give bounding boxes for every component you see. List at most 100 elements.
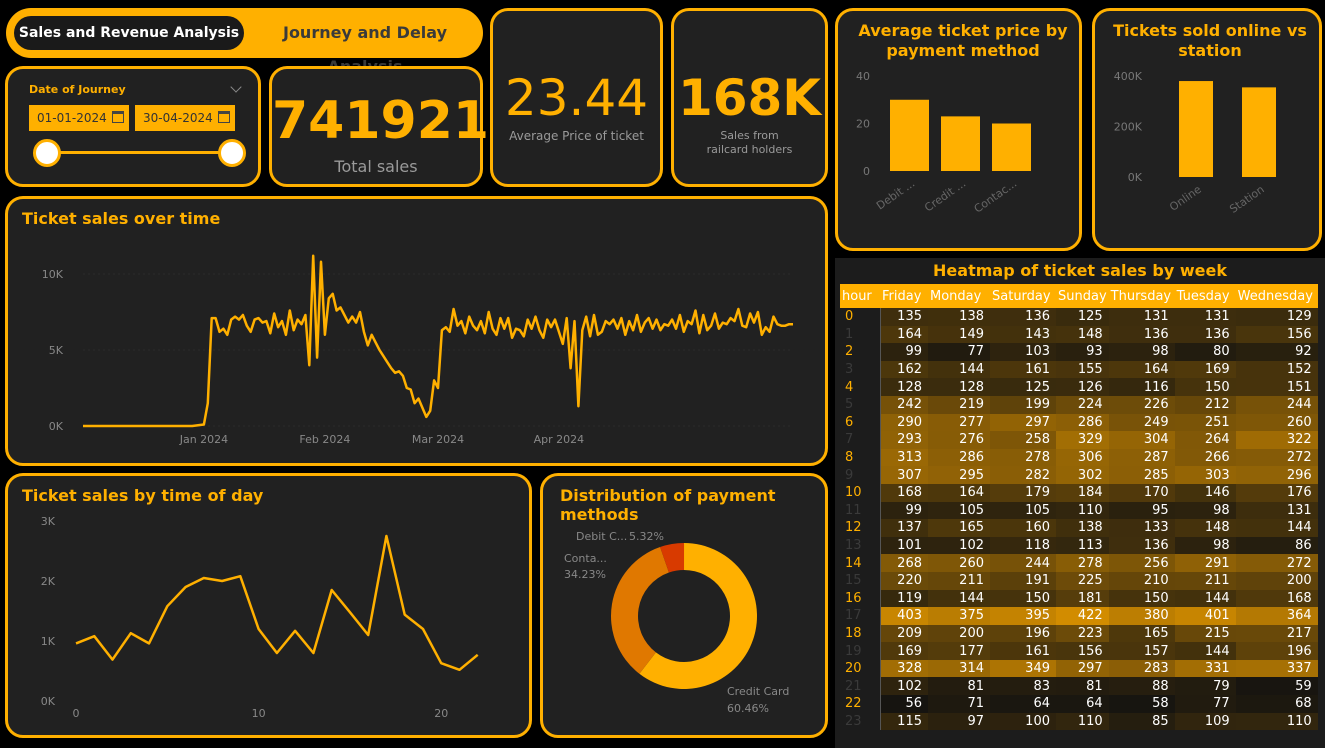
tab-journey-delay[interactable]: Journey and Delay Analysis	[248, 16, 482, 76]
heatmap-cell: 131	[1174, 308, 1236, 326]
heatmap-column-header[interactable]: Saturday	[990, 284, 1056, 308]
heatmap-cell: 105	[990, 501, 1056, 520]
chevron-down-icon[interactable]	[230, 81, 242, 93]
heatmap-cell: 98	[1174, 536, 1236, 555]
heatmap-cell: 110	[1235, 712, 1318, 731]
heatmap-cell: 287	[1108, 448, 1175, 467]
y-tick-label: 200K	[1114, 121, 1143, 134]
heatmap-row: 19 169 177 161 156 157 144 196	[840, 642, 1318, 660]
heatmap-cell: 303	[1174, 466, 1236, 484]
heatmap-cell: 200	[1235, 571, 1318, 590]
heatmap-cell: 422	[1056, 607, 1109, 625]
x-tick-label: Debit ...	[874, 177, 917, 213]
slider-end-handle[interactable]	[218, 139, 246, 167]
x-tick-label: Station	[1227, 183, 1267, 216]
heatmap-cell: 215	[1174, 624, 1236, 643]
heatmap-cell: 260	[928, 554, 990, 572]
y-tick-label: 0	[863, 165, 870, 178]
end-date-input[interactable]: 30-04-2024	[135, 105, 235, 131]
slice-value: 34.23%	[564, 568, 606, 581]
heatmap-cell: 268	[880, 554, 928, 572]
tab-sales-revenue[interactable]: Sales and Revenue Analysis	[14, 16, 244, 50]
heatmap-row: 2 99 77 103 93 98 80 92	[840, 343, 1318, 361]
heatmap-cell: 184	[1056, 483, 1109, 502]
end-date-value: 30-04-2024	[143, 111, 213, 125]
heatmap-cell: 144	[1174, 589, 1236, 608]
heatmap-row: 7 293 276 258 329 304 264 322	[840, 431, 1318, 449]
heatmap-column-header[interactable]: Monday	[928, 284, 990, 308]
heatmap-cell: 116	[1108, 378, 1175, 396]
heatmap-cell: 144	[1174, 642, 1236, 660]
heatmap-cell: 71	[928, 695, 990, 713]
heatmap-hour-label: 20	[840, 659, 881, 678]
heatmap-cell: 380	[1108, 607, 1175, 625]
heatmap-cell: 150	[1108, 589, 1175, 608]
heatmap-cell: 286	[1056, 413, 1109, 432]
heatmap-column-header[interactable]: hour	[840, 284, 880, 308]
y-tick-label: 10K	[42, 268, 64, 281]
heatmap-cell: 226	[1108, 395, 1175, 414]
heatmap-cell: 161	[990, 360, 1056, 379]
heatmap-row: 10 168 164 179 184 170 146 176	[840, 483, 1318, 502]
date-slicer: Date of Journey 01-01-2024 30-04-2024	[5, 66, 261, 187]
heatmap-cell: 219	[928, 395, 990, 414]
heatmap-row: 21 102 81 83 81 88 79 59	[840, 677, 1318, 696]
heatmap-cell: 295	[928, 466, 990, 484]
heatmap-cell: 314	[928, 659, 990, 678]
heatmap-column-header[interactable]: Sunday	[1056, 284, 1109, 308]
heatmap-cell: 375	[928, 607, 990, 625]
heatmap-hour-label: 1	[840, 325, 881, 344]
heatmap-cell: 164	[1108, 360, 1175, 379]
heatmap-cell: 85	[1108, 712, 1175, 731]
heatmap-hour-label: 19	[840, 642, 881, 660]
time-of-day-line-chart: 0K 1K 2K 3K 0 10 20	[41, 515, 479, 720]
slice-value: 60.46%	[727, 702, 769, 715]
heatmap-cell: 115	[880, 712, 928, 731]
heatmap-hour-label: 11	[840, 501, 881, 520]
calendar-icon[interactable]	[112, 111, 124, 123]
heatmap-cell: 136	[1108, 325, 1175, 344]
slice-value: 5.32%	[629, 530, 664, 543]
heatmap-cell: 211	[928, 571, 990, 590]
slice-label: Debit C...	[576, 530, 627, 543]
heatmap-column-header[interactable]: Thursday	[1108, 284, 1175, 308]
heatmap-cell: 200	[928, 624, 990, 643]
heatmap-cell: 129	[1235, 308, 1318, 326]
heatmap-cell: 148	[1056, 325, 1109, 344]
heatmap-cell: 272	[1235, 448, 1318, 467]
heatmap-hour-label: 15	[840, 571, 881, 590]
heatmap-cell: 149	[928, 325, 990, 344]
heatmap-row: 11 99 105 105 110 95 98 131	[840, 501, 1318, 520]
heatmap-column-header[interactable]: Tuesday	[1174, 284, 1236, 308]
slice-label: Credit Card	[727, 685, 789, 698]
x-tick-label: Apr 2024	[534, 433, 585, 446]
calendar-icon[interactable]	[218, 111, 230, 123]
heatmap-cell: 156	[1056, 642, 1109, 660]
heatmap-cell: 401	[1174, 607, 1236, 625]
heatmap-panel: Heatmap of ticket sales by week hour Frid…	[835, 258, 1325, 748]
heatmap-cell: 138	[1056, 519, 1109, 537]
slider-track[interactable]	[46, 151, 232, 154]
heatmap-cell: 150	[1174, 378, 1236, 396]
heatmap-hour-label: 23	[840, 712, 881, 731]
slider-start-handle[interactable]	[33, 139, 61, 167]
heatmap-cell: 291	[1174, 554, 1236, 572]
heatmap-row: 12 137 165 160 138 133 148 144	[840, 519, 1318, 537]
heatmap-cell: 144	[928, 589, 990, 608]
heatmap-cell: 137	[880, 519, 928, 537]
heatmap-cell: 168	[880, 483, 928, 502]
y-tick-label: 20	[856, 118, 870, 131]
heatmap-column-header[interactable]: Friday	[880, 284, 928, 308]
y-tick-label: 0K	[41, 695, 56, 708]
heatmap-row: 20 328 314 349 297 283 331 337	[840, 659, 1318, 678]
heatmap-cell: 119	[880, 589, 928, 608]
start-date-input[interactable]: 01-01-2024	[29, 105, 129, 131]
heatmap-cell: 102	[880, 677, 928, 696]
heatmap-cell: 220	[880, 571, 928, 590]
heatmap-cell: 64	[1056, 695, 1109, 713]
heatmap-cell: 81	[1056, 677, 1109, 696]
heatmap-column-header[interactable]: Wednesday	[1235, 284, 1318, 308]
heatmap-cell: 110	[1056, 501, 1109, 520]
bar	[890, 99, 929, 171]
x-tick-label: Credit ...	[922, 177, 968, 215]
